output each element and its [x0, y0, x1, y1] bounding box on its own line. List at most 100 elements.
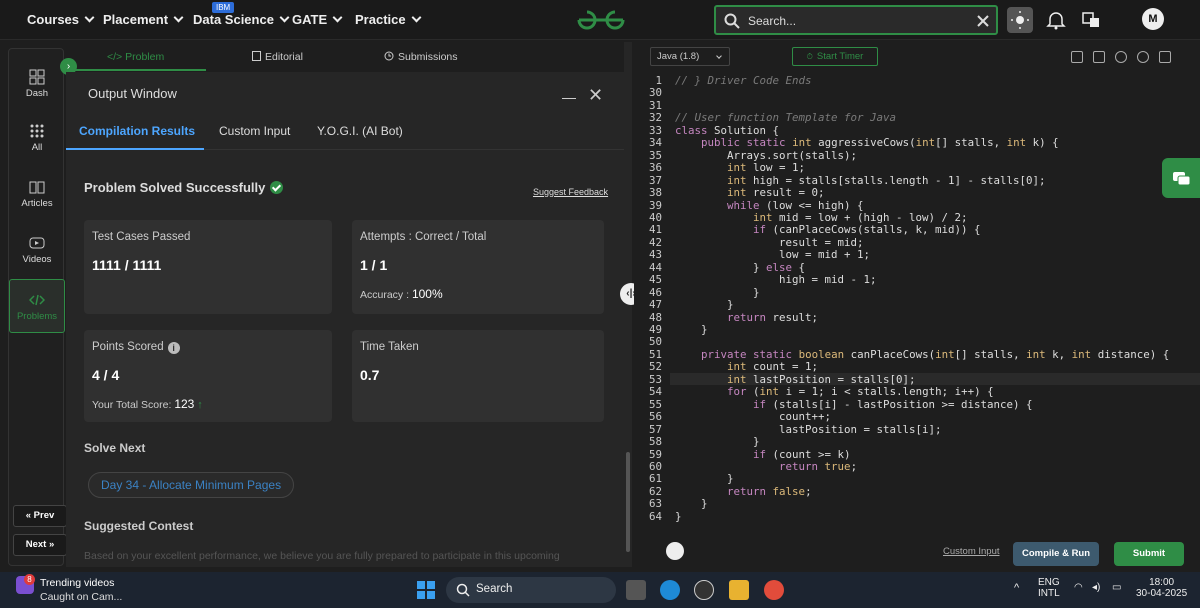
upload-icon[interactable] [1093, 51, 1105, 63]
search-input[interactable]: Search... [714, 5, 998, 35]
tab-problem[interactable]: </> Problem [107, 51, 164, 63]
gfg-logo[interactable] [576, 8, 626, 32]
minimize-icon[interactable] [562, 98, 576, 99]
scrollbar-thumb[interactable] [626, 452, 630, 552]
theme-toggle-icon[interactable] [1007, 7, 1033, 33]
code-line[interactable]: return false; [675, 485, 812, 498]
code-line[interactable]: Arrays.sort(stalls); [675, 149, 857, 162]
battery-icon[interactable]: ▭ [1112, 582, 1121, 593]
code-line[interactable]: return result; [675, 311, 818, 324]
code-line[interactable]: for (int i = 1; i < stalls.length; i++) … [675, 385, 994, 398]
bell-icon[interactable] [1045, 9, 1067, 31]
clock[interactable]: 18:00 30-04-2025 [1136, 577, 1187, 599]
file-explorer-icon[interactable] [729, 580, 749, 600]
news-subtitle[interactable]: Caught on Cam... [40, 591, 122, 603]
info-icon[interactable]: i [167, 342, 180, 354]
nav-data-science[interactable]: Data Science [193, 12, 290, 27]
code-line[interactable]: lastPosition = stalls[i]; [675, 423, 942, 436]
code-line[interactable]: low = mid + 1; [675, 248, 870, 261]
input-language[interactable]: ENG INTL [1038, 577, 1060, 599]
code-line[interactable]: class Solution { [675, 124, 779, 137]
sidebar-item-dash[interactable]: Dash [9, 69, 65, 99]
time-value: 0.7 [360, 367, 380, 383]
prev-button[interactable]: « Prev [13, 505, 67, 527]
tab-custom-input[interactable]: Custom Input [219, 124, 290, 138]
code-line[interactable]: } [675, 435, 760, 448]
next-button[interactable]: Next » [13, 534, 67, 556]
close-icon[interactable]: ✕ [588, 86, 603, 104]
code-line[interactable]: } [675, 298, 734, 311]
code-line[interactable]: } [675, 510, 682, 523]
code-line[interactable]: int count = 1; [675, 360, 818, 373]
code-area[interactable]: 1 // } Driver Code Ends 30 31 32 // User func… [634, 72, 1200, 532]
next-problem-link[interactable]: Day 34 - Allocate Minimum Pages [88, 472, 295, 498]
close-icon[interactable] [976, 14, 990, 28]
avatar[interactable]: M [1142, 8, 1164, 30]
code-line[interactable]: int lastPosition = stalls[0]; [675, 373, 916, 386]
code-line[interactable]: // User function Template for Java [675, 111, 896, 124]
translate-icon[interactable] [1080, 9, 1102, 31]
chat-button[interactable] [1162, 158, 1200, 198]
volume-icon[interactable]: ◂) [1092, 582, 1100, 593]
tab-compilation-results[interactable]: Compilation Results [79, 124, 195, 138]
nav-courses[interactable]: Courses [27, 12, 95, 27]
code-line[interactable]: while (low <= high) { [675, 199, 864, 212]
news-title[interactable]: Trending videos [40, 577, 114, 589]
sidebar-item-problems[interactable]: Problems [9, 279, 65, 333]
windows-start-icon[interactable] [416, 580, 436, 600]
language-select[interactable]: Java (1.8) [650, 47, 730, 66]
code-line[interactable]: int low = 1; [675, 161, 805, 174]
code-line[interactable]: } [675, 472, 734, 485]
code-line[interactable]: if (canPlaceCows(stalls, k, mid)) { [675, 223, 981, 236]
lightbulb-icon[interactable] [666, 542, 684, 560]
tab-submissions[interactable]: Submissions [384, 51, 458, 63]
code-line[interactable]: result = mid; [675, 236, 864, 249]
code-line[interactable]: int high = stalls[stalls.length - 1] - s… [675, 174, 1046, 187]
code-line[interactable]: if (count >= k) [675, 448, 851, 461]
code-line[interactable]: } [675, 323, 708, 336]
start-timer-button[interactable]: ⏱ Start Timer [792, 47, 878, 66]
code-line[interactable]: } [675, 497, 708, 510]
code-line[interactable]: private static boolean canPlaceCows(int[… [675, 348, 1169, 361]
nav-gate[interactable]: GATE [292, 12, 343, 27]
settings-icon[interactable] [1115, 51, 1127, 63]
chrome-icon[interactable] [764, 580, 784, 600]
custom-input-link[interactable]: Custom Input [943, 546, 1000, 557]
sidebar-item-articles[interactable]: Articles [9, 179, 65, 209]
task-view-icon[interactable] [626, 580, 646, 600]
code-line[interactable]: } else { [675, 261, 805, 274]
code-line[interactable]: int mid = low + (high - low) / 2; [675, 211, 968, 224]
status-text: Problem Solved Successfully [84, 180, 266, 195]
wifi-icon[interactable]: ◠ [1074, 582, 1083, 593]
sidebar-item-all[interactable]: All [9, 123, 65, 153]
sidebar-item-videos[interactable]: Videos [9, 235, 65, 265]
code-line[interactable]: count++; [675, 410, 831, 423]
compile-run-button[interactable]: Compile & Run [1013, 542, 1099, 566]
submit-button[interactable]: Submit [1114, 542, 1184, 566]
nav-placement[interactable]: Placement [103, 12, 184, 27]
code-line[interactable]: // } Driver Code Ends [675, 74, 812, 87]
line-number: 35 [648, 148, 662, 162]
edge-icon[interactable] [660, 580, 680, 600]
code-line[interactable]: } [675, 286, 760, 299]
nav-practice[interactable]: Practice [355, 12, 422, 27]
code-line[interactable]: if (stalls[i] - lastPosition >= distance… [675, 398, 1033, 411]
left-sidebar: Dash All Articles Videos Problems [8, 48, 65, 566]
copy-icon[interactable] [1071, 51, 1083, 63]
suggest-feedback-link[interactable]: Suggest Feedback [533, 187, 608, 197]
fullscreen-icon[interactable] [1159, 51, 1171, 63]
code-line[interactable]: public static int aggressiveCows(int[] s… [675, 136, 1059, 149]
show-hidden-icons[interactable]: ^ [1014, 582, 1019, 594]
tab-yogi-ai-bot[interactable]: Y.O.G.I. (AI Bot) [317, 124, 403, 138]
taskbar-search[interactable]: Search [446, 577, 616, 603]
line-number: 36 [648, 161, 662, 175]
tab-editorial[interactable]: Editorial [252, 51, 303, 63]
line-number: 59 [648, 447, 662, 461]
dell-icon[interactable] [694, 580, 714, 600]
code-line[interactable]: high = mid - 1; [675, 273, 877, 286]
line-number: 33 [648, 123, 662, 137]
reset-icon[interactable] [1137, 51, 1149, 63]
tab-submissions-label: Submissions [398, 51, 458, 63]
code-line[interactable]: return true; [675, 460, 857, 473]
code-line[interactable]: int result = 0; [675, 186, 825, 199]
